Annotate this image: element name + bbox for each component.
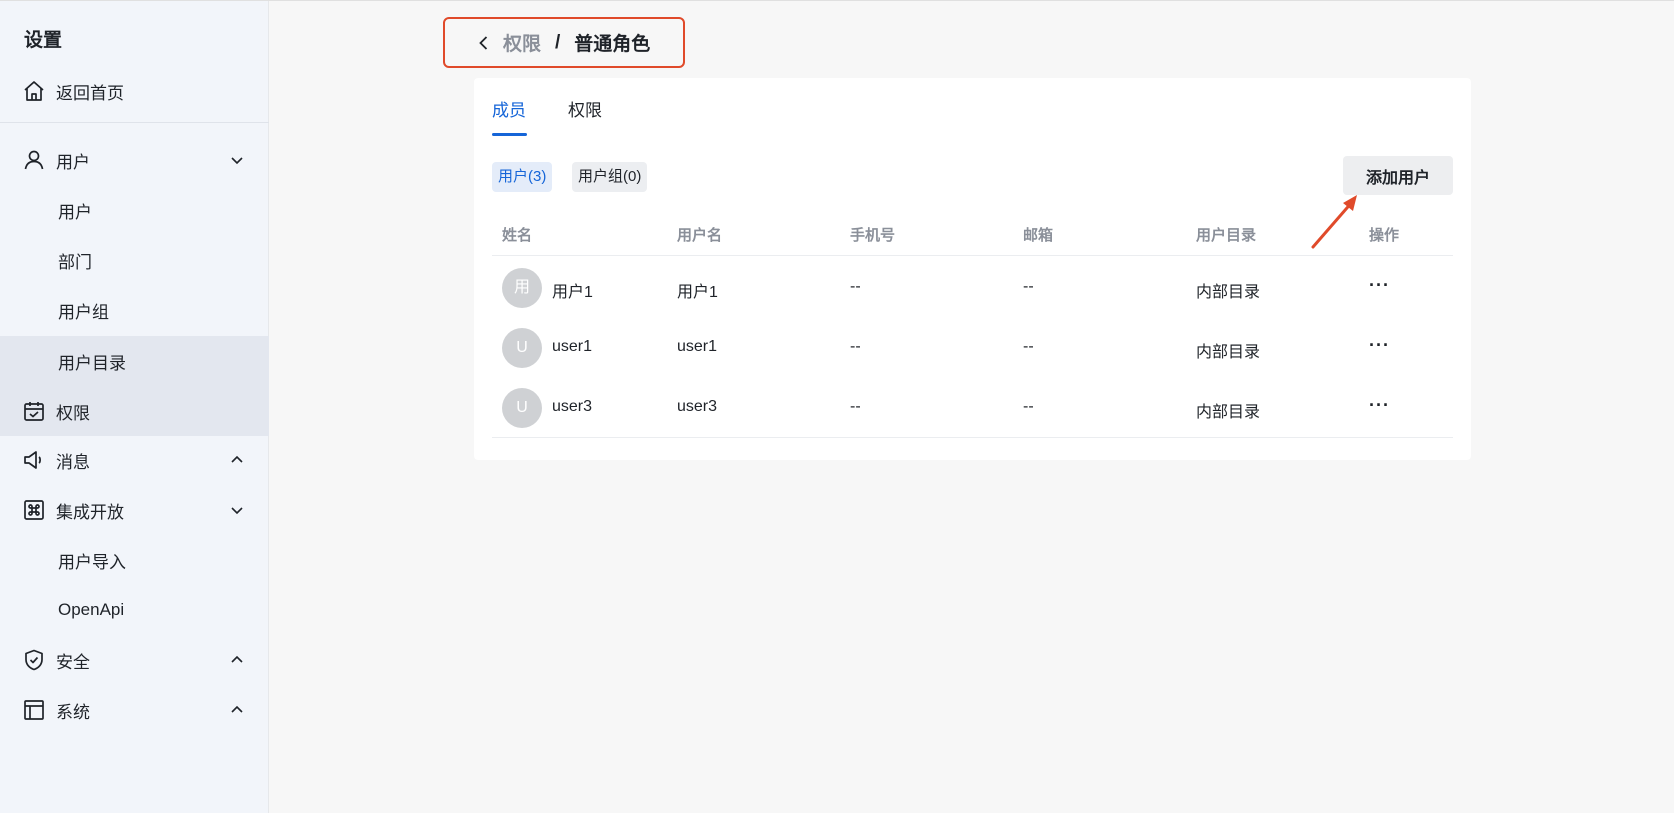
sidebar-item-label: 部门	[58, 252, 92, 272]
filter-chip-users[interactable]: 用户(3)	[492, 162, 553, 192]
sidebar-item-label: 权限	[56, 403, 90, 423]
sidebar-item-label: 用户	[58, 202, 92, 222]
cell-phone: --	[850, 338, 861, 355]
avatar: 用	[502, 268, 542, 308]
breadcrumb-parent-link[interactable]: 权限	[503, 29, 541, 56]
sidebar-item-label: 用户目录	[58, 353, 126, 373]
sidebar-item-label: 用户组	[58, 302, 109, 322]
tab-members[interactable]: 成员	[492, 96, 526, 121]
column-header-directory: 用户目录	[1196, 227, 1257, 244]
sidebar-item-user-directory[interactable]: 用户目录	[0, 336, 269, 386]
chevron-up-icon	[231, 705, 243, 713]
layout-icon	[24, 700, 44, 720]
sidebar-item-system[interactable]: 系统	[0, 686, 269, 734]
column-header-phone: 手机号	[850, 227, 896, 244]
megaphone-icon	[24, 451, 41, 469]
chevron-left-icon[interactable]	[475, 34, 493, 52]
cell-directory: 内部目录	[1196, 404, 1261, 421]
more-actions-icon[interactable]: ···	[1369, 396, 1390, 414]
shield-check-icon	[25, 649, 43, 671]
tab-active-indicator	[492, 133, 527, 136]
sidebar-item-label: 消息	[56, 452, 90, 472]
sidebar-item-label: 集成开放	[56, 502, 124, 522]
sidebar-item-label: 安全	[56, 652, 90, 672]
column-header-username: 用户名	[677, 227, 723, 244]
page-title: 普通角色	[574, 34, 651, 55]
sidebar-item-label: 系统	[56, 702, 90, 722]
sidebar-item-security[interactable]: 安全	[0, 636, 269, 684]
sidebar-divider	[0, 122, 269, 123]
chevron-up-icon	[231, 455, 243, 463]
cell-directory: 内部目录	[1196, 284, 1261, 301]
sidebar-item-user-list[interactable]: 用户	[0, 186, 269, 234]
sidebar-item-user-import[interactable]: 用户导入	[0, 536, 269, 584]
cell-username: user1	[677, 338, 718, 355]
user-icon	[24, 150, 44, 170]
avatar: U	[502, 328, 542, 368]
cell-email: --	[1023, 338, 1034, 355]
sidebar-item-user-groups[interactable]: 用户组	[0, 286, 269, 334]
sidebar-item-label: 用户	[56, 152, 90, 172]
cell-name: 用户1	[552, 284, 593, 301]
command-icon	[24, 500, 44, 520]
cell-name: user1	[552, 338, 593, 355]
cell-email: --	[1023, 278, 1034, 295]
breadcrumb-separator: /	[555, 31, 561, 53]
sidebar-item-permissions[interactable]: 权限	[0, 386, 269, 436]
cell-directory: 内部目录	[1196, 344, 1261, 361]
annotation-arrow-icon	[1311, 195, 1357, 249]
sidebar-item-users[interactable]: 用户	[0, 136, 269, 184]
chevron-down-icon	[231, 157, 243, 165]
sidebar-item-integration[interactable]: 集成开放	[0, 486, 269, 534]
cell-name: user3	[552, 398, 593, 415]
sidebar-item-home[interactable]: 返回首页	[0, 67, 269, 115]
avatar: U	[502, 388, 542, 428]
more-actions-icon[interactable]: ···	[1369, 336, 1390, 354]
cell-phone: --	[850, 278, 861, 295]
sidebar-item-label: 用户导入	[58, 552, 126, 572]
home-icon	[24, 81, 44, 101]
more-actions-icon[interactable]: ···	[1369, 276, 1390, 294]
column-header-actions: 操作	[1369, 227, 1400, 244]
chevron-down-icon	[231, 507, 243, 515]
sidebar-item-label: 返回首页	[56, 83, 124, 103]
cell-username: user3	[677, 398, 718, 415]
sidebar-item-label: OpenApi	[58, 600, 125, 619]
tab-permissions[interactable]: 权限	[568, 96, 602, 121]
sidebar-item-openapi[interactable]: OpenApi	[0, 586, 269, 634]
table-row: U user1 user1 -- -- 内部目录 ···	[492, 318, 1453, 378]
sidebar-title: 设置	[24, 30, 63, 51]
members-card: 成员 权限 用户(3) 用户组(0) 添加用户 姓名 用户名 手机号 邮箱 用户…	[474, 78, 1471, 460]
sidebar-item-messages[interactable]: 消息	[0, 436, 269, 484]
filter-chip-user-groups[interactable]: 用户组(0)	[572, 162, 648, 192]
column-header-name: 姓名	[502, 227, 533, 244]
table-row: U user3 user3 -- -- 内部目录 ···	[492, 378, 1453, 438]
calendar-icon	[24, 402, 44, 421]
table-row: 用 用户1 用户1 -- -- 内部目录 ···	[492, 258, 1453, 318]
chevron-up-icon	[231, 655, 243, 663]
cell-username: 用户1	[677, 284, 718, 301]
column-header-email: 邮箱	[1023, 227, 1054, 244]
breadcrumb: 权限 / 普通角色	[443, 17, 685, 68]
cell-email: --	[1023, 398, 1034, 415]
cell-phone: --	[850, 398, 861, 415]
sidebar-item-departments[interactable]: 部门	[0, 236, 269, 284]
sidebar: 设置 返回首页 用户 用户 部门 用户组 用户目录 权限 消息 集成开放 用户导…	[0, 1, 269, 813]
